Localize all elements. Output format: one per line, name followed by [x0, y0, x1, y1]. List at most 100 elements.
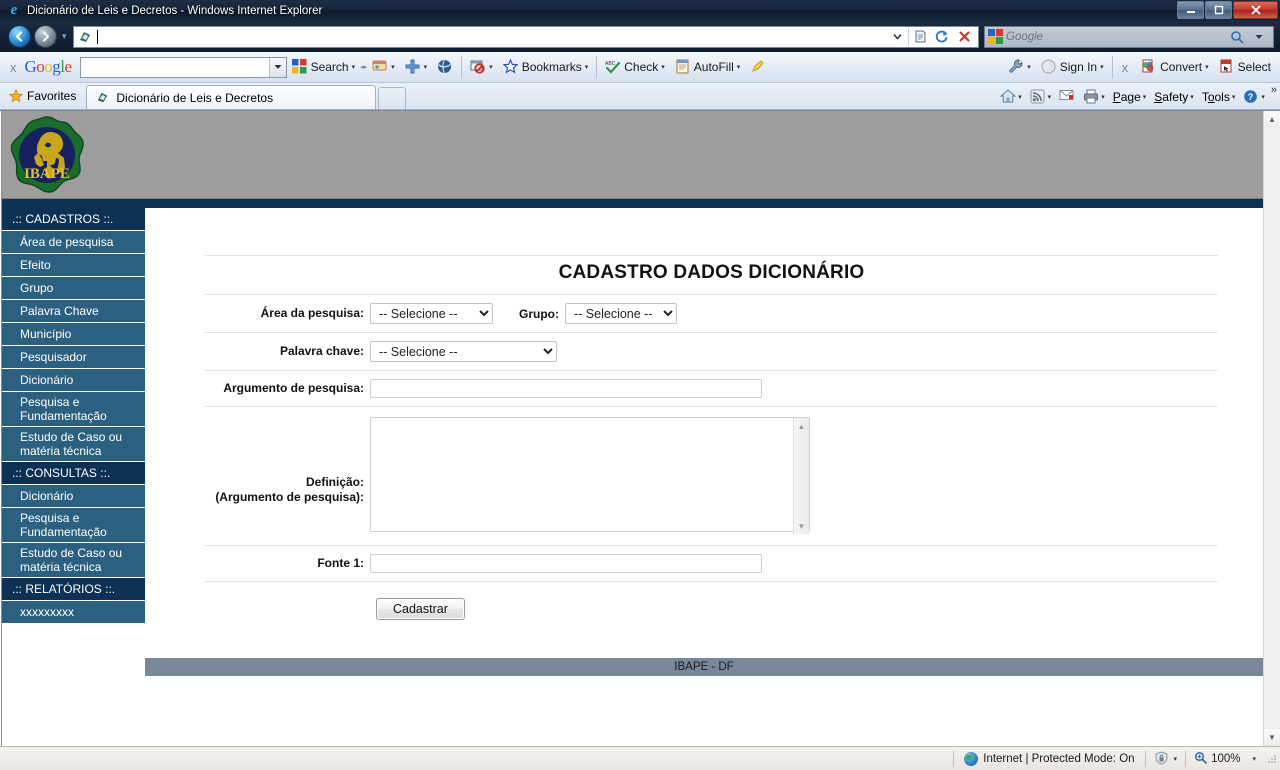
ie-search-box[interactable]: Google: [984, 26, 1274, 48]
chevron-down-icon[interactable]: ▾: [424, 63, 428, 71]
close-button[interactable]: [1233, 1, 1278, 19]
google-search-button[interactable]: Search ▾: [287, 55, 361, 80]
favorites-button[interactable]: Favorites: [5, 85, 84, 107]
sidebar-item-palavra-chave[interactable]: Palavra Chave: [2, 300, 145, 323]
chevron-down-icon[interactable]: ▾: [391, 63, 395, 71]
google-search-dropdown-button[interactable]: [269, 58, 286, 77]
chevron-down-icon[interactable]: ▾: [1190, 93, 1194, 101]
feeds-button[interactable]: ▾: [1026, 89, 1056, 105]
refresh-button[interactable]: [931, 27, 953, 47]
fonte-input[interactable]: [370, 554, 762, 573]
acrobat-toolbar-close-button[interactable]: x: [1116, 60, 1137, 75]
toolbar-expander-icon[interactable]: ◂▸: [360, 63, 367, 71]
resize-grip-icon[interactable]: [1266, 753, 1278, 765]
acrobat-select-button[interactable]: Select: [1214, 55, 1276, 80]
google-bookmarks-card-button[interactable]: ▾: [367, 55, 400, 80]
chevron-down-icon[interactable]: ▾: [737, 63, 741, 71]
back-button[interactable]: [8, 25, 31, 48]
sidebar-item-pesquisa-fundamentacao[interactable]: Pesquisa e Fundamentação: [2, 392, 145, 427]
chevron-down-icon[interactable]: ▾: [1174, 755, 1178, 763]
url-bar[interactable]: [73, 26, 979, 48]
google-check-button[interactable]: ABC Check ▾: [600, 55, 670, 80]
cadastrar-button[interactable]: Cadastrar: [376, 598, 465, 620]
mail-button[interactable]: [1055, 89, 1079, 105]
zoom-control[interactable]: 100% ▾: [1186, 751, 1264, 767]
palavra-chave-select[interactable]: -- Selecione --: [370, 341, 557, 362]
scroll-up-icon[interactable]: ▲: [794, 418, 809, 434]
search-dropdown-button[interactable]: [1248, 27, 1270, 47]
help-menu-button[interactable]: ? ▾: [1239, 89, 1269, 105]
chevron-down-icon[interactable]: ▾: [1261, 93, 1265, 101]
area-select[interactable]: -- Selecione --: [370, 303, 493, 324]
google-signin-button[interactable]: Sign In ▾: [1036, 55, 1109, 80]
google-settings-button[interactable]: ▾: [1003, 55, 1036, 80]
chevron-down-icon[interactable]: ▾: [1018, 93, 1022, 101]
home-button[interactable]: ▾: [996, 89, 1026, 105]
sidebar-item-estudo-caso[interactable]: Estudo de Caso ou matéria técnica: [2, 427, 145, 462]
sidebar-item-pesquisador[interactable]: Pesquisador: [2, 346, 145, 369]
sidebar-item-grupo[interactable]: Grupo: [2, 277, 145, 300]
textarea-scrollbar[interactable]: ▲ ▼: [793, 418, 809, 534]
minimize-button[interactable]: [1177, 1, 1204, 19]
search-go-icon[interactable]: [1226, 27, 1248, 47]
google-popup-blocker-button[interactable]: ▾: [465, 55, 498, 80]
chevron-down-icon[interactable]: ▾: [1100, 63, 1104, 71]
sidebar-item-municipio[interactable]: Município: [2, 323, 145, 346]
new-tab-button[interactable]: [378, 87, 406, 109]
acrobat-convert-button[interactable]: Convert ▾: [1136, 55, 1214, 80]
security-zone[interactable]: Internet | Protected Mode: On: [954, 752, 1144, 766]
chevron-down-icon[interactable]: ▾: [661, 63, 665, 71]
scroll-up-button[interactable]: ▲: [1264, 111, 1280, 128]
sidebar-item-area-de-pesquisa[interactable]: Área de pesquisa: [2, 231, 145, 254]
chevron-down-icon[interactable]: ▾: [1205, 63, 1209, 71]
scroll-down-button[interactable]: ▼: [1264, 729, 1280, 746]
chevron-down-icon[interactable]: ▾: [1101, 93, 1105, 101]
google-highlighter-button[interactable]: [745, 55, 771, 80]
google-autofill-button[interactable]: AutoFill ▾: [670, 55, 746, 80]
protected-mode-indicator[interactable]: ▾: [1146, 751, 1186, 767]
compatibility-view-button[interactable]: [909, 27, 931, 47]
google-add-button[interactable]: ▾: [400, 55, 433, 80]
argumento-input[interactable]: [370, 379, 762, 398]
forward-button[interactable]: [34, 25, 57, 48]
sidebar-item-consulta-dicionario[interactable]: Dicionário: [2, 485, 145, 508]
chevron-down-icon[interactable]: ▾: [1048, 93, 1052, 101]
command-overflow-button[interactable]: »: [1269, 84, 1277, 96]
search-input[interactable]: Google: [1003, 31, 1226, 43]
page-viewport: IBAPE .:: CADASTROS ::. Área de pesquisa…: [0, 110, 1280, 746]
definicao-textarea[interactable]: [370, 417, 810, 532]
sidebar-item-relatorio-placeholder[interactable]: xxxxxxxxx: [2, 601, 145, 624]
print-button[interactable]: ▾: [1079, 89, 1109, 105]
tools-menu-label: Tools: [1202, 90, 1230, 104]
url-dropdown-button[interactable]: [886, 27, 908, 47]
sidebar-item-consulta-estudo-caso[interactable]: Estudo de Caso ou matéria técnica: [2, 543, 145, 578]
mail-icon: [1059, 89, 1075, 105]
safety-menu-button[interactable]: Safety ▾: [1150, 90, 1198, 104]
history-dropdown-button[interactable]: ▾: [62, 31, 67, 42]
sidebar-item-consulta-pesquisa-fundamentacao[interactable]: Pesquisa e Fundamentação: [2, 508, 145, 543]
stop-button[interactable]: [953, 27, 975, 47]
page-scrollbar[interactable]: ▲ ▼: [1263, 111, 1280, 746]
sidebar-section-relatorios: .:: RELATÓRIOS ::.: [2, 578, 145, 601]
chevron-down-icon[interactable]: ▾: [585, 63, 589, 71]
google-search-field[interactable]: [80, 57, 287, 78]
chevron-down-icon[interactable]: ▾: [489, 63, 493, 71]
chevron-down-icon[interactable]: ▾: [1252, 755, 1256, 763]
browser-tab[interactable]: Dicionário de Leis e Decretos: [86, 85, 376, 109]
scroll-down-icon[interactable]: ▼: [794, 518, 809, 534]
chevron-down-icon[interactable]: ▾: [1143, 93, 1147, 101]
sidebar-item-efeito[interactable]: Efeito: [2, 254, 145, 277]
chevron-down-icon[interactable]: ▾: [352, 63, 356, 71]
google-search-input[interactable]: [81, 58, 269, 77]
sidebar-item-dicionario[interactable]: Dicionário: [2, 369, 145, 392]
google-globe-button[interactable]: [432, 55, 458, 80]
page-menu-button[interactable]: Page ▾: [1109, 90, 1151, 104]
footer-spacer: [145, 676, 1263, 746]
google-bookmarks-button[interactable]: Bookmarks ▾: [498, 55, 594, 80]
tools-menu-button[interactable]: Tools ▾: [1198, 90, 1240, 104]
chevron-down-icon[interactable]: ▾: [1027, 63, 1031, 71]
chevron-down-icon[interactable]: ▾: [1232, 93, 1236, 101]
grupo-select[interactable]: -- Selecione --: [565, 303, 677, 324]
maximize-button[interactable]: [1205, 1, 1232, 19]
google-toolbar-close-button[interactable]: x: [4, 60, 25, 75]
